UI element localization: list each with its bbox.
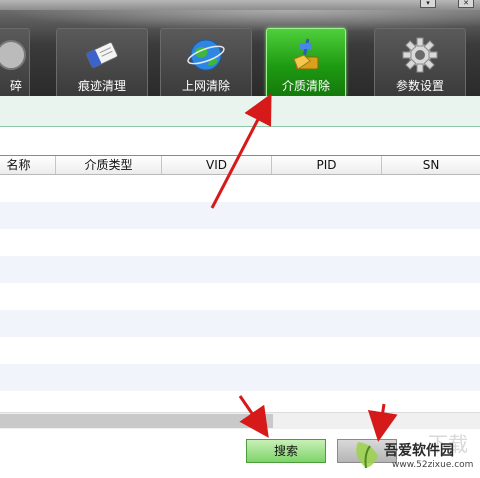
table-row[interactable] [0, 337, 480, 364]
tool-settings-label: 参数设置 [395, 79, 444, 93]
column-header-vid[interactable]: VID [162, 156, 272, 174]
table-row[interactable] [0, 202, 480, 229]
tool-web-clean-button[interactable]: 上网清除 [160, 28, 252, 98]
table-row[interactable] [0, 256, 480, 283]
table-row[interactable] [0, 229, 480, 256]
tool-trace-clean-label: 痕迹清理 [77, 79, 126, 93]
table-row[interactable] [0, 175, 480, 202]
watermark-url: www.52zixue.com [392, 460, 474, 470]
column-header-media-type[interactable]: 介质类型 [56, 156, 162, 174]
column-header-sn[interactable]: SN [382, 156, 480, 174]
column-header-name[interactable]: 名称 [0, 156, 56, 174]
media-table[interactable]: 名称 介质类型 VID PID SN [0, 155, 480, 424]
minimize-button[interactable]: ▾ [420, 0, 436, 8]
column-header-pid[interactable]: PID [272, 156, 382, 174]
globe-icon [187, 39, 225, 71]
main-toolbar: 碎 痕迹清理 上网清除 介质清除 参数设置 [0, 10, 480, 98]
filter-area [0, 127, 480, 155]
search-button[interactable]: 搜索 [246, 439, 326, 463]
tool-web-clean-label: 上网清除 [181, 79, 230, 93]
broom-icon [293, 38, 319, 70]
horizontal-scrollbar[interactable] [0, 412, 480, 429]
tool-shred-button[interactable]: 碎 [0, 28, 30, 98]
tool-shred-label: 碎 [9, 79, 22, 93]
close-button[interactable]: ✕ [458, 0, 474, 8]
scrollbar-thumb[interactable] [0, 414, 273, 428]
tool-settings-button[interactable]: 参数设置 [374, 28, 466, 98]
table-row[interactable] [0, 310, 480, 337]
tool-media-clean-label: 介质清除 [281, 79, 330, 93]
watermark-brand: 吾爱软件园 [384, 443, 454, 459]
table-row[interactable] [0, 283, 480, 310]
info-strip [0, 96, 480, 127]
gear-icon [402, 37, 438, 73]
shredder-icon [0, 40, 26, 70]
table-body [0, 175, 480, 418]
watermark: 下载 吾爱软件园 www.52zixue.com [346, 432, 480, 478]
title-bar: ▾ ✕ [0, 0, 480, 10]
tool-trace-clean-button[interactable]: 痕迹清理 [56, 28, 148, 98]
eraser-icon [86, 41, 118, 69]
leaf-logo-icon [356, 442, 378, 469]
table-row[interactable] [0, 364, 480, 391]
app-window: ▾ ✕ 碎 痕迹清理 上网清除 介质清除 参数设置 名称 介质类型 VID PI… [0, 0, 480, 478]
table-header: 名称 介质类型 VID PID SN [0, 156, 480, 175]
tool-media-clean-button[interactable]: 介质清除 [266, 28, 346, 98]
